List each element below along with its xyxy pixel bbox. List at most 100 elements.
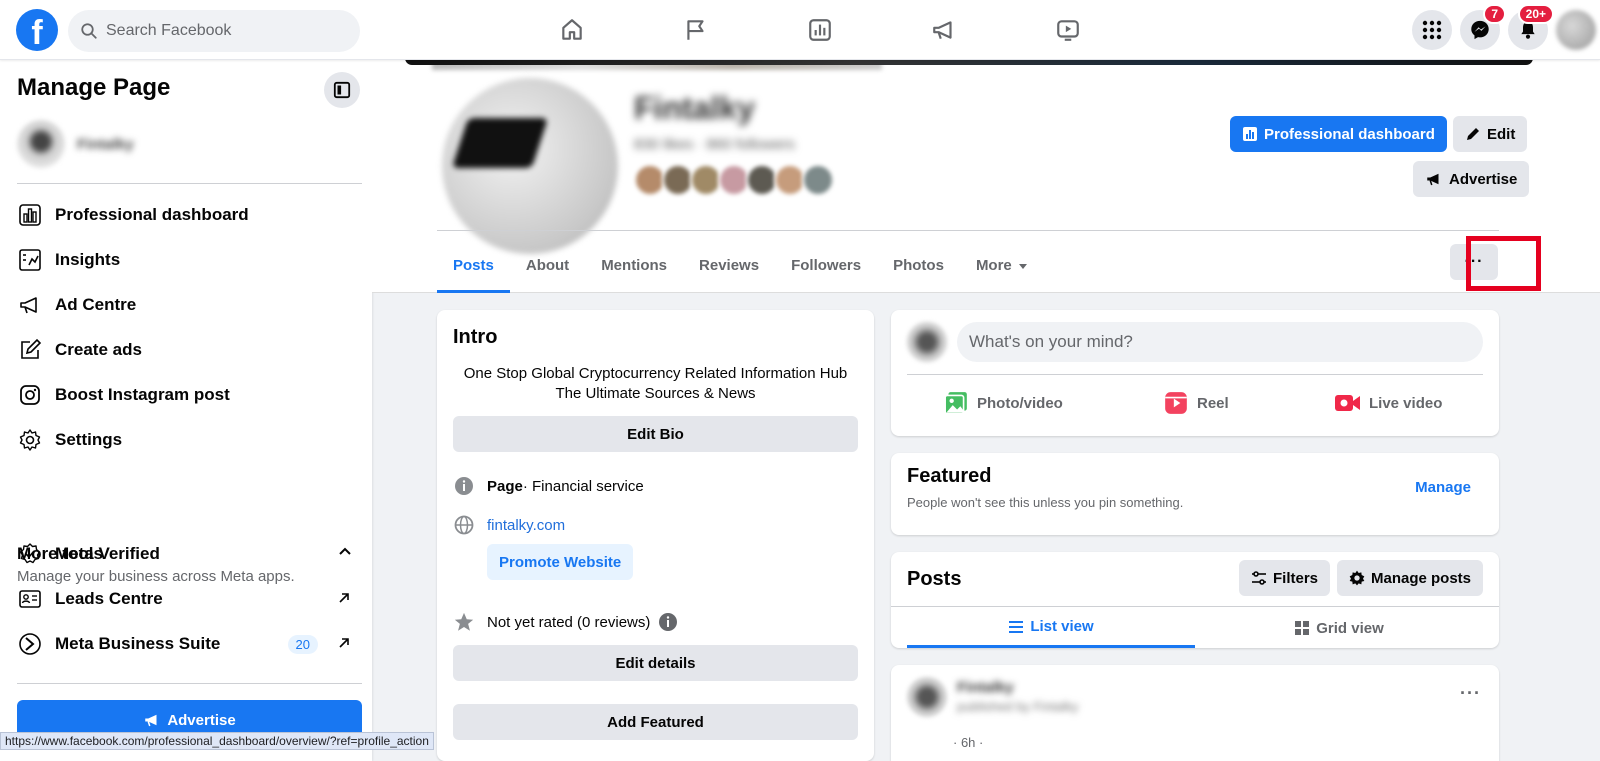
tab-mentions[interactable]: Mentions	[585, 238, 683, 293]
page-avatar	[17, 120, 65, 168]
sidebar-item-professional-dashboard[interactable]: Professional dashboard	[17, 193, 362, 237]
info-icon[interactable]	[658, 612, 678, 632]
nav-ads[interactable]	[882, 0, 1006, 60]
photo-video-button[interactable]: Photo/video	[943, 390, 1063, 416]
nav-home[interactable]	[510, 0, 634, 60]
post-timestamp[interactable]: · 6h ·	[953, 735, 983, 750]
sidebar-item-create-ads[interactable]: Create ads	[17, 328, 362, 372]
filters-button[interactable]: Filters	[1239, 560, 1331, 596]
promote-website-button[interactable]: Promote Website	[487, 544, 634, 580]
account-avatar[interactable]	[1556, 10, 1596, 50]
sidebar-advertise-label: Advertise	[167, 711, 236, 729]
sidebar-item-label: Meta Verified	[55, 544, 160, 563]
edit-label: Edit	[1487, 125, 1516, 143]
sidebar-item-label: Settings	[55, 430, 123, 449]
insights-icon	[17, 247, 43, 273]
post-author-name[interactable]: Fintalky	[957, 679, 1014, 696]
collapse-sidebar-button[interactable]	[324, 72, 360, 108]
edit-details-button[interactable]: Edit details	[453, 645, 858, 681]
megaphone-icon	[933, 21, 952, 40]
manage-featured-link[interactable]: Manage	[1415, 479, 1471, 496]
grid-icon	[1295, 621, 1310, 635]
nav-pages[interactable]	[634, 0, 758, 60]
list-view-tab[interactable]: List view	[907, 608, 1195, 648]
live-video-icon	[1335, 395, 1360, 411]
page-category-row: Page · Financial service	[453, 476, 644, 496]
rating-text: Not yet rated (0 reviews)	[487, 613, 651, 631]
account-controls: 7 20+	[1412, 4, 1600, 50]
sidebar-item-meta-verified[interactable]: Meta Verified	[17, 532, 362, 576]
page-stats: 830 likes · 860 followers	[634, 136, 795, 153]
website-row: fintalky.com	[453, 515, 565, 535]
nav-insights[interactable]	[758, 0, 882, 60]
tab-posts[interactable]: Posts	[437, 238, 510, 293]
page-logo-mark	[451, 118, 549, 168]
sidebar-item-label: Insights	[55, 250, 121, 269]
instagram-icon	[17, 382, 43, 408]
nav-video[interactable]	[1006, 0, 1130, 60]
sidebar-item-ad-centre[interactable]: Ad Centre	[17, 283, 362, 327]
grid-view-tab[interactable]: Grid view	[1195, 608, 1483, 648]
tab-more[interactable]: More	[960, 238, 1044, 293]
edit-page-button[interactable]: Edit	[1453, 116, 1528, 152]
tab-reviews[interactable]: Reviews	[683, 238, 775, 293]
filter-sliders-icon	[1252, 571, 1266, 585]
posts-card: Posts Filters Manage posts List view Gri…	[891, 552, 1499, 648]
tab-followers[interactable]: Followers	[775, 238, 877, 293]
list-icon	[1009, 620, 1024, 633]
sidebar-page-switcher[interactable]: Fintalky	[17, 120, 134, 168]
megaphone-icon	[17, 292, 43, 318]
post-composer: What's on your mind? Photo/video Reel Li…	[891, 310, 1499, 436]
post-options-button[interactable]: ···	[1460, 683, 1481, 704]
sidebar-item-label: Leads Centre	[55, 589, 163, 608]
post-author-sub: published by Fintalky	[957, 699, 1079, 714]
verified-badge-icon	[17, 541, 43, 567]
professional-dashboard-button[interactable]: Professional dashboard	[1230, 116, 1447, 152]
gear-icon	[17, 427, 43, 453]
external-link-icon	[338, 589, 350, 609]
advertise-button[interactable]: Advertise	[1413, 161, 1530, 197]
manage-page-sidebar: Manage Page Fintalky Professional dashbo…	[0, 60, 372, 761]
advertise-label: Advertise	[1449, 170, 1518, 188]
website-link[interactable]: fintalky.com	[487, 517, 565, 534]
video-icon	[1057, 20, 1079, 41]
page-profile-picture[interactable]	[442, 78, 618, 254]
search-box[interactable]	[68, 10, 360, 52]
intro-bio: One Stop Global Cryptocurrency Related I…	[463, 365, 848, 402]
post-author-avatar[interactable]	[907, 677, 947, 717]
search-icon	[81, 23, 97, 39]
sidebar-item-boost-instagram-post[interactable]: Boost Instagram post	[17, 373, 362, 417]
sidebar-item-label: Create ads	[55, 340, 142, 359]
edit-bio-button[interactable]: Edit Bio	[453, 416, 858, 452]
reel-icon	[1165, 392, 1187, 414]
sidebar-item-leads-centre[interactable]: Leads Centre	[17, 577, 362, 621]
messenger-badge: 7	[1483, 4, 1506, 24]
main-nav	[510, 0, 1130, 60]
sidebar-item-meta-business-suite[interactable]: Meta Business Suite 20	[17, 622, 362, 666]
messenger-button[interactable]: 7	[1460, 4, 1506, 50]
filters-label: Filters	[1273, 569, 1319, 587]
reel-button[interactable]: Reel	[1163, 390, 1229, 416]
rating-row: Not yet rated (0 reviews)	[453, 611, 678, 633]
sidebar-item-settings[interactable]: Settings	[17, 418, 362, 462]
post-card: Fintalky published by Fintalky · 6h · ··…	[891, 665, 1499, 761]
notifications-button[interactable]: 20+	[1508, 4, 1554, 50]
composer-input[interactable]: What's on your mind?	[957, 322, 1483, 362]
tab-about[interactable]: About	[510, 238, 585, 293]
posts-title: Posts	[907, 568, 962, 590]
insights-icon	[809, 19, 831, 41]
tab-photos[interactable]: Photos	[877, 238, 960, 293]
live-video-button[interactable]: Live video	[1333, 390, 1442, 416]
search-input[interactable]	[106, 22, 336, 40]
facebook-logo-icon[interactable]: f	[16, 9, 58, 51]
menu-button[interactable]	[1412, 10, 1452, 50]
add-featured-button[interactable]: Add Featured	[453, 704, 858, 740]
grid-view-label: Grid view	[1316, 619, 1384, 637]
follower-avatars[interactable]	[634, 164, 834, 196]
reel-label: Reel	[1197, 394, 1229, 412]
notifications-badge: 20+	[1517, 4, 1554, 24]
professional-dashboard-label: Professional dashboard	[1264, 125, 1435, 143]
manage-posts-button[interactable]: Manage posts	[1337, 560, 1484, 596]
sidebar-item-insights[interactable]: Insights	[17, 238, 362, 282]
dashboard-icon	[17, 202, 43, 228]
